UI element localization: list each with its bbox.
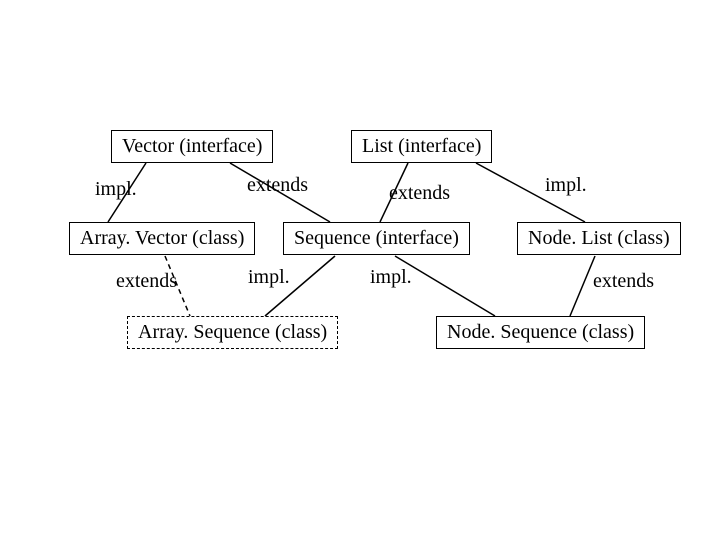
- label-extends-top-right: extends: [389, 182, 450, 205]
- node-array-sequence-class: Array. Sequence (class): [127, 316, 338, 349]
- label-extends-bottom-left: extends: [116, 270, 177, 293]
- node-node-sequence-class: Node. Sequence (class): [436, 316, 645, 349]
- node-list-interface: List (interface): [351, 130, 492, 163]
- label-impl-top-left: impl.: [95, 178, 137, 201]
- label-impl-bottom-right: impl.: [370, 266, 412, 289]
- node-vector-interface: Vector (interface): [111, 130, 273, 163]
- label-impl-top-right: impl.: [545, 174, 587, 197]
- node-array-vector-class: Array. Vector (class): [69, 222, 255, 255]
- node-sequence-interface: Sequence (interface): [283, 222, 470, 255]
- label-extends-bottom-right: extends: [593, 270, 654, 293]
- label-extends-top-left: extends: [247, 174, 308, 197]
- label-impl-bottom-left: impl.: [248, 266, 290, 289]
- node-node-list-class: Node. List (class): [517, 222, 681, 255]
